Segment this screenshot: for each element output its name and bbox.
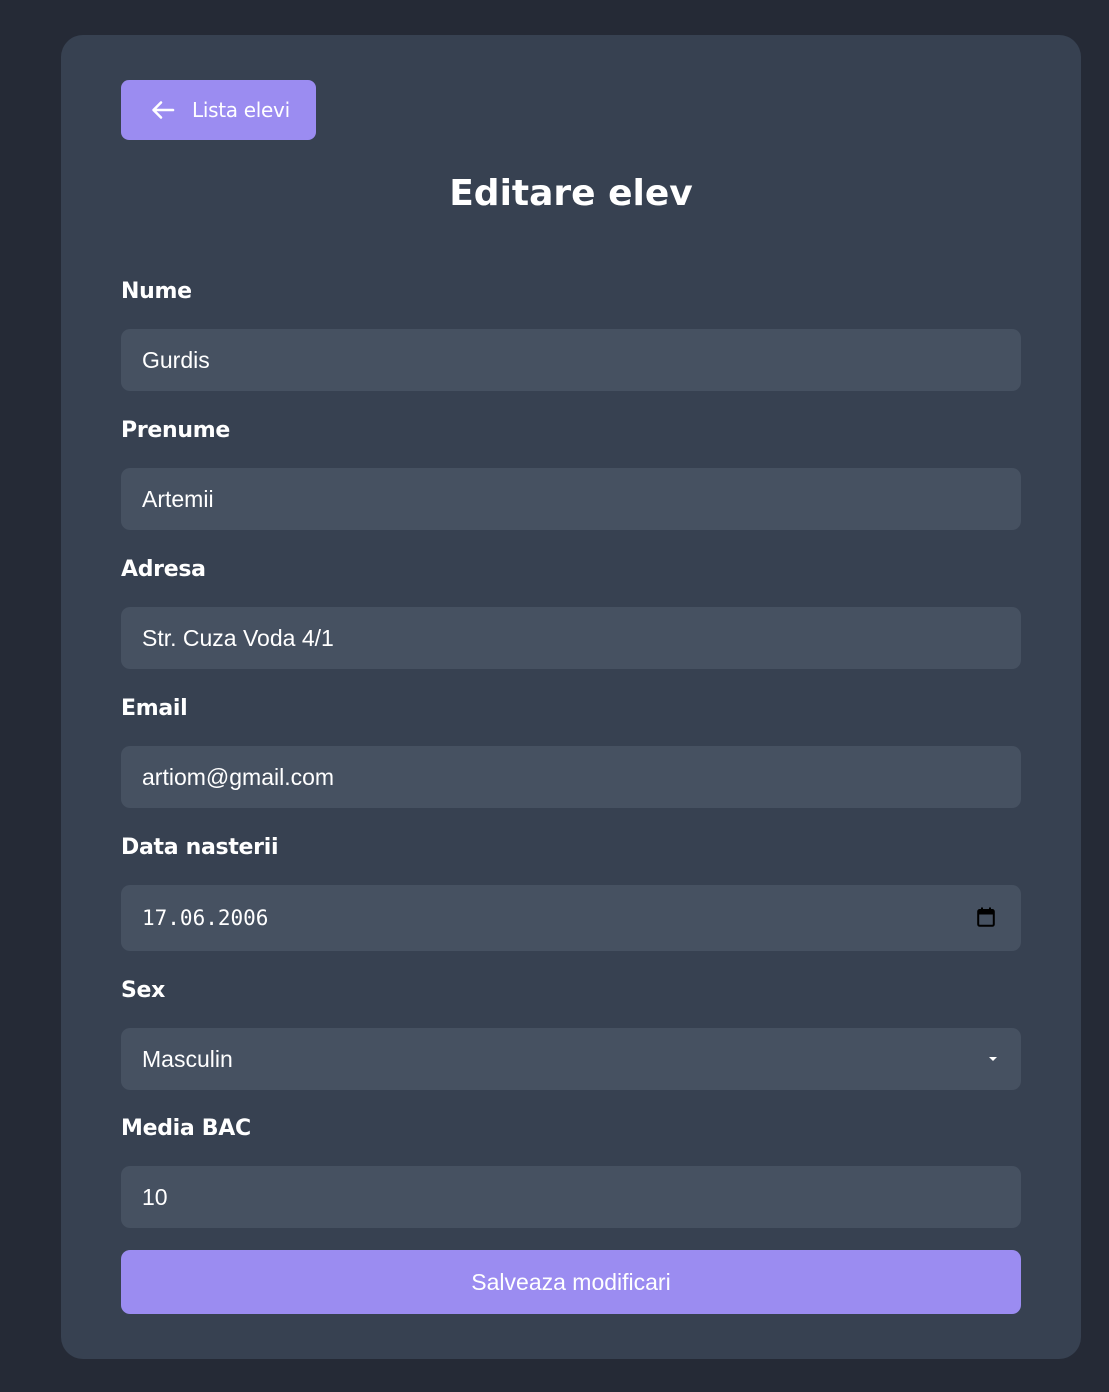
media-bac-value: 10 [142, 1183, 168, 1210]
calendar-icon[interactable] [977, 907, 995, 927]
nume-value: Gurdis [142, 346, 210, 373]
sex-label: Sex [121, 978, 166, 1003]
prenume-value: Artemii [142, 485, 214, 512]
back-to-list-button[interactable]: Lista elevi [121, 80, 316, 140]
back-button-label: Lista elevi [192, 98, 290, 122]
prenume-input[interactable]: Artemii [121, 468, 1021, 530]
data-nasterii-value: 17.06.2006 [142, 906, 269, 930]
edit-student-card: Lista elevi Editare elev Nume Gurdis Pre… [61, 35, 1081, 1359]
arrow-left-icon [152, 101, 175, 119]
data-nasterii-input[interactable]: 17.06.2006 [121, 885, 1021, 951]
email-value: artiom@gmail.com [142, 763, 335, 790]
chevron-down-icon [989, 1057, 997, 1061]
media-bac-input[interactable]: 10 [121, 1166, 1021, 1228]
save-changes-button[interactable]: Salveaza modificari [121, 1250, 1021, 1314]
adresa-input[interactable]: Str. Cuza Voda 4/1 [121, 607, 1021, 669]
adresa-label: Adresa [121, 557, 206, 582]
prenume-label: Prenume [121, 418, 230, 443]
page-title: Editare elev [449, 173, 693, 214]
sex-select[interactable]: Masculin [121, 1028, 1021, 1090]
sex-value: Masculin [142, 1045, 233, 1072]
data-nasterii-label: Data nasterii [121, 835, 279, 860]
media-bac-label: Media BAC [121, 1116, 251, 1141]
email-label: Email [121, 696, 188, 721]
email-input[interactable]: artiom@gmail.com [121, 746, 1021, 808]
adresa-value: Str. Cuza Voda 4/1 [142, 624, 334, 651]
nume-label: Nume [121, 279, 192, 304]
nume-input[interactable]: Gurdis [121, 329, 1021, 391]
